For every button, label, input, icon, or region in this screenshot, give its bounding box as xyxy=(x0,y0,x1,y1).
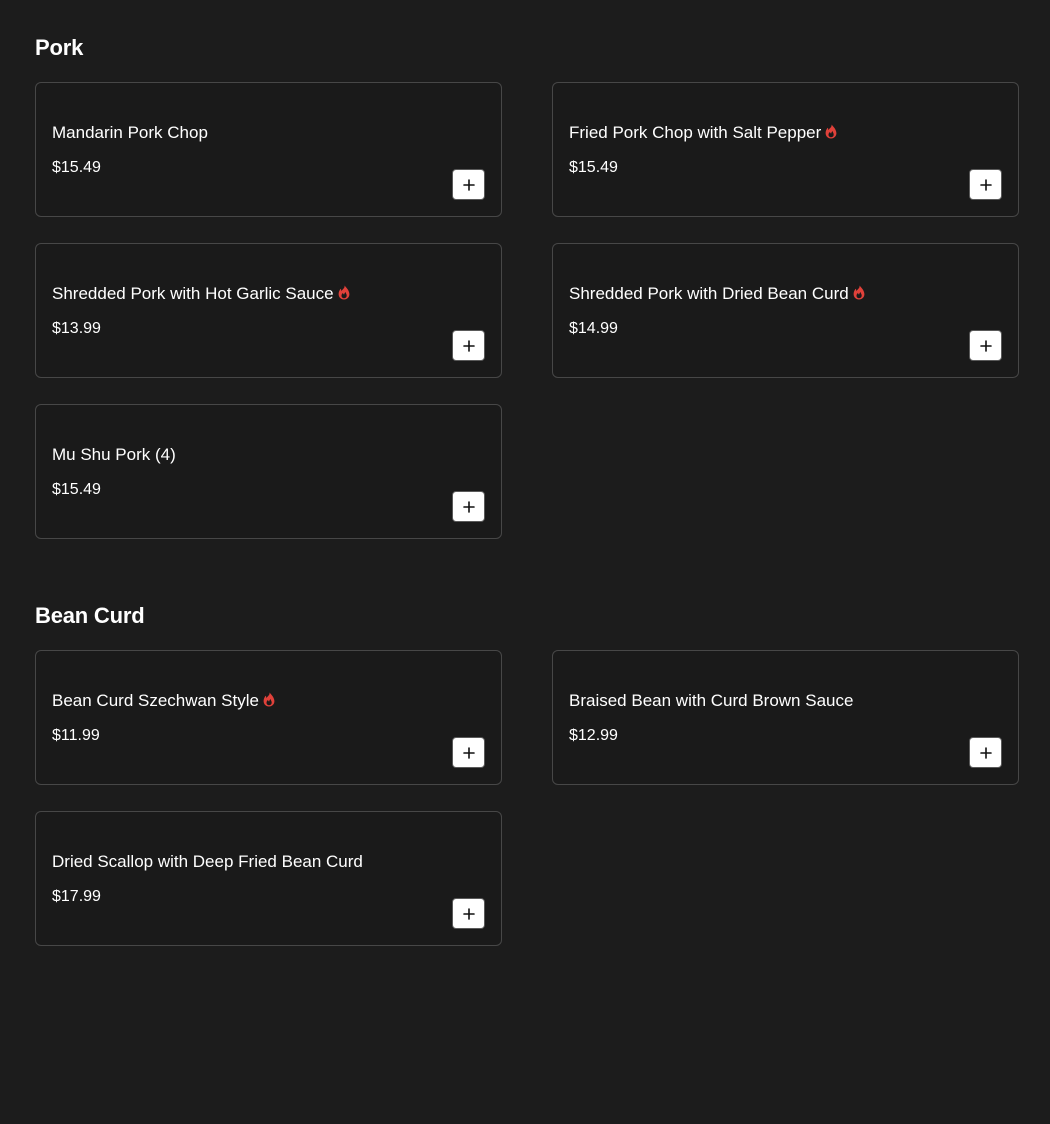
menu-item-card[interactable]: Mu Shu Pork (4) $15.49 xyxy=(35,404,502,539)
item-name: Dried Scallop with Deep Fried Bean Curd xyxy=(52,852,363,871)
add-item-button[interactable] xyxy=(452,491,485,522)
item-price: $15.49 xyxy=(52,481,101,498)
menu-item-card[interactable]: Dried Scallop with Deep Fried Bean Curd … xyxy=(35,811,502,946)
menu-item-card[interactable]: Braised Bean with Curd Brown Sauce $12.9… xyxy=(552,650,1019,785)
item-price: $12.99 xyxy=(569,727,618,744)
menu-page: Pork Mandarin Pork Chop $15.49 Fried Por… xyxy=(0,0,1050,1124)
plus-icon xyxy=(462,178,475,191)
menu-item-card[interactable]: Shredded Pork with Hot Garlic Sauce $13.… xyxy=(35,243,502,378)
item-name: Shredded Pork with Dried Bean Curd xyxy=(569,284,865,304)
add-item-button[interactable] xyxy=(969,330,1002,361)
menu-item-card[interactable]: Shredded Pork with Dried Bean Curd $14.9… xyxy=(552,243,1019,378)
flame-icon xyxy=(825,124,837,139)
plus-icon xyxy=(979,339,992,352)
item-price: $14.99 xyxy=(569,320,618,337)
item-price: $17.99 xyxy=(52,888,101,905)
section-title-bean-curd: Bean Curd xyxy=(35,603,145,628)
item-name: Mu Shu Pork (4) xyxy=(52,445,176,464)
plus-icon xyxy=(979,178,992,191)
plus-icon xyxy=(462,907,475,920)
item-name: Bean Curd Szechwan Style xyxy=(52,691,275,711)
add-item-button[interactable] xyxy=(452,898,485,929)
item-price: $15.49 xyxy=(52,159,101,176)
add-item-button[interactable] xyxy=(452,330,485,361)
item-price: $11.99 xyxy=(52,727,100,744)
item-name: Shredded Pork with Hot Garlic Sauce xyxy=(52,284,350,304)
flame-icon xyxy=(263,692,275,707)
item-price: $15.49 xyxy=(569,159,618,176)
item-name: Mandarin Pork Chop xyxy=(52,123,208,142)
flame-icon xyxy=(338,285,349,300)
plus-icon xyxy=(979,746,992,759)
plus-icon xyxy=(462,500,475,513)
plus-icon xyxy=(462,339,475,352)
menu-item-card[interactable]: Fried Pork Chop with Salt Pepper $15.49 xyxy=(552,82,1019,217)
add-item-button[interactable] xyxy=(452,737,485,768)
add-item-button[interactable] xyxy=(969,169,1002,200)
menu-item-card[interactable]: Bean Curd Szechwan Style $11.99 xyxy=(35,650,502,785)
item-name: Braised Bean with Curd Brown Sauce xyxy=(569,691,854,710)
section-title-pork: Pork xyxy=(35,35,84,60)
flame-icon xyxy=(853,285,865,300)
menu-item-card[interactable]: Mandarin Pork Chop $15.49 xyxy=(35,82,502,217)
item-name: Fried Pork Chop with Salt Pepper xyxy=(569,123,837,143)
plus-icon xyxy=(462,746,475,759)
add-item-button[interactable] xyxy=(969,737,1002,768)
item-price: $13.99 xyxy=(52,320,101,337)
add-item-button[interactable] xyxy=(452,169,485,200)
